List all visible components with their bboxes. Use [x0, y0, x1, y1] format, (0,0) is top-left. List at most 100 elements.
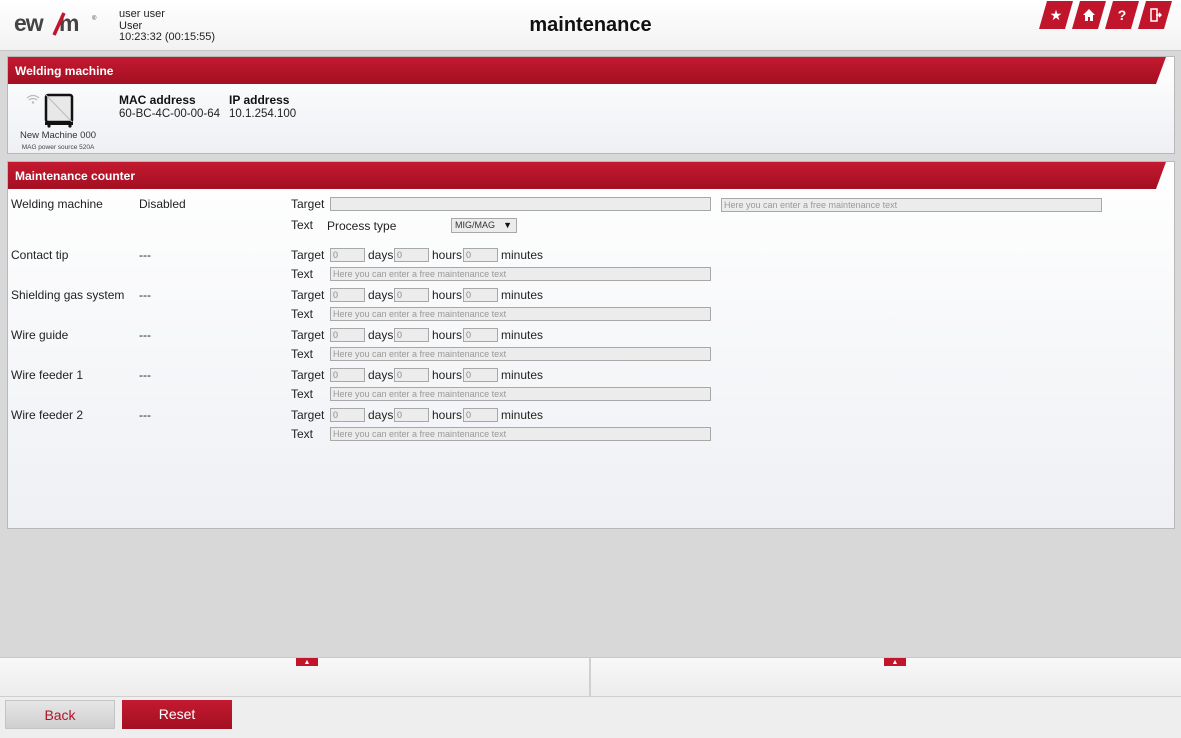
header-toolbar: ★ ?: [1039, 1, 1175, 29]
minutes-label: minutes: [501, 368, 544, 382]
home-icon: [1082, 8, 1096, 22]
minutes-label: minutes: [501, 288, 544, 302]
hours-input[interactable]: 0: [394, 408, 429, 422]
expand-left-panel-button[interactable]: ▲: [296, 658, 318, 666]
welding-machine-text-input[interactable]: Here you can enter a free maintenance te…: [721, 198, 1102, 212]
target-label: Target: [291, 368, 325, 382]
maintenance-text-input[interactable]: Here you can enter a free maintenance te…: [330, 307, 711, 321]
days-label: days: [368, 408, 394, 422]
maintenance-item-label: Wire feeder 1: [11, 368, 84, 382]
page-title: maintenance: [529, 14, 652, 36]
ip-address-block: IP address 10.1.254.100: [229, 93, 296, 120]
hours-input[interactable]: 0: [394, 328, 429, 342]
hours-label: hours: [432, 328, 463, 342]
target-label: Target: [291, 248, 325, 262]
target-label: Target: [291, 288, 325, 302]
welding-machine-panel: Welding machine New Machine 000 MAG powe…: [7, 56, 1175, 154]
hours-input[interactable]: 0: [394, 288, 429, 302]
text-label: Text: [291, 307, 314, 321]
process-type-value: MIG/MAG: [455, 220, 495, 230]
welding-machine-label: Welding machine: [11, 197, 103, 211]
minutes-input[interactable]: 0: [463, 368, 498, 382]
footer: Back Reset: [0, 696, 1181, 738]
text-label: Text: [291, 347, 314, 361]
machine-name: New Machine 000: [19, 130, 97, 141]
text-label: Text: [291, 218, 314, 232]
maintenance-item-status: ---: [139, 368, 151, 382]
target-label: Target: [291, 197, 325, 211]
target-label: Target: [291, 328, 325, 342]
reset-button[interactable]: Reset: [122, 700, 232, 729]
text-label: Text: [291, 427, 314, 441]
maintenance-item-status: ---: [139, 248, 151, 262]
back-button[interactable]: Back: [5, 700, 115, 729]
process-type-label: Process type: [327, 219, 397, 233]
maintenance-counter-panel: Maintenance counter Welding machine Disa…: [7, 161, 1175, 529]
mac-address-block: MAC address 60-BC-4C-00-00-64: [119, 93, 220, 120]
welding-machine-target-input[interactable]: [330, 197, 711, 211]
hours-input[interactable]: 0: [394, 248, 429, 262]
favorites-button[interactable]: ★: [1039, 1, 1073, 29]
section-title: Maintenance counter: [15, 169, 136, 183]
ip-address-label: IP address: [229, 93, 290, 107]
hours-label: hours: [432, 408, 463, 422]
header: ew m ® user user User 10:23:32 (00:15:55…: [0, 0, 1181, 51]
section-title: Welding machine: [15, 64, 114, 78]
days-input[interactable]: 0: [330, 248, 365, 262]
minutes-input[interactable]: 0: [463, 248, 498, 262]
hours-label: hours: [432, 248, 463, 262]
minutes-label: minutes: [501, 408, 544, 422]
hours-input[interactable]: 0: [394, 368, 429, 382]
maintenance-item-label: Wire feeder 2: [11, 408, 84, 422]
maintenance-item-status: ---: [139, 288, 151, 302]
text-label: Text: [291, 387, 314, 401]
maintenance-text-input[interactable]: Here you can enter a free maintenance te…: [330, 427, 711, 441]
days-input[interactable]: 0: [330, 408, 365, 422]
minutes-label: minutes: [501, 328, 544, 342]
expand-right-panel-button[interactable]: ▲: [884, 658, 906, 666]
text-label: Text: [291, 267, 314, 281]
minutes-label: minutes: [501, 248, 544, 262]
welding-machine-status: Disabled: [139, 197, 186, 211]
minutes-input[interactable]: 0: [463, 408, 498, 422]
days-input[interactable]: 0: [330, 368, 365, 382]
process-type-select[interactable]: MIG/MAG ▼: [451, 218, 517, 233]
bottom-tab-bar: ▲ ▲: [0, 657, 1181, 697]
minutes-input[interactable]: 0: [463, 288, 498, 302]
divider: [589, 658, 591, 697]
days-input[interactable]: 0: [330, 288, 365, 302]
maintenance-text-input[interactable]: Here you can enter a free maintenance te…: [330, 267, 711, 281]
mac-address-value: 60-BC-4C-00-00-64: [119, 108, 220, 120]
target-label: Target: [291, 408, 325, 422]
days-label: days: [368, 328, 394, 342]
home-button[interactable]: [1072, 1, 1106, 29]
ip-address-value: 10.1.254.100: [229, 108, 297, 120]
maintenance-item-status: ---: [139, 408, 151, 422]
dropdown-arrow-icon: ▼: [503, 220, 512, 230]
machine-card[interactable]: New Machine 000 MAG power source 520A: [16, 90, 100, 152]
maintenance-item-label: Contact tip: [11, 248, 69, 262]
days-input[interactable]: 0: [330, 328, 365, 342]
maintenance-counter-header: Maintenance counter: [8, 162, 1174, 189]
chevron-up-icon: ▲: [891, 658, 899, 666]
hours-label: hours: [432, 368, 463, 382]
maintenance-item-label: Shielding gas system: [11, 288, 125, 302]
star-icon: ★: [1049, 6, 1063, 23]
machine-type: MAG power source 520A: [21, 144, 95, 151]
days-label: days: [368, 288, 394, 302]
welding-machine-header: Welding machine: [8, 57, 1174, 84]
logout-icon: [1148, 8, 1162, 22]
minutes-input[interactable]: 0: [463, 328, 498, 342]
wifi-icon: [26, 94, 40, 104]
chevron-up-icon: ▲: [303, 658, 311, 666]
help-button[interactable]: ?: [1105, 1, 1139, 29]
logout-button[interactable]: [1138, 1, 1172, 29]
hours-label: hours: [432, 288, 463, 302]
maintenance-text-input[interactable]: Here you can enter a free maintenance te…: [330, 387, 711, 401]
maintenance-item-label: Wire guide: [11, 328, 69, 342]
welding-machine-icon: [44, 93, 74, 128]
days-label: days: [368, 248, 394, 262]
maintenance-text-input[interactable]: Here you can enter a free maintenance te…: [330, 347, 711, 361]
help-icon: ?: [1117, 7, 1127, 23]
mac-address-label: MAC address: [119, 93, 196, 107]
